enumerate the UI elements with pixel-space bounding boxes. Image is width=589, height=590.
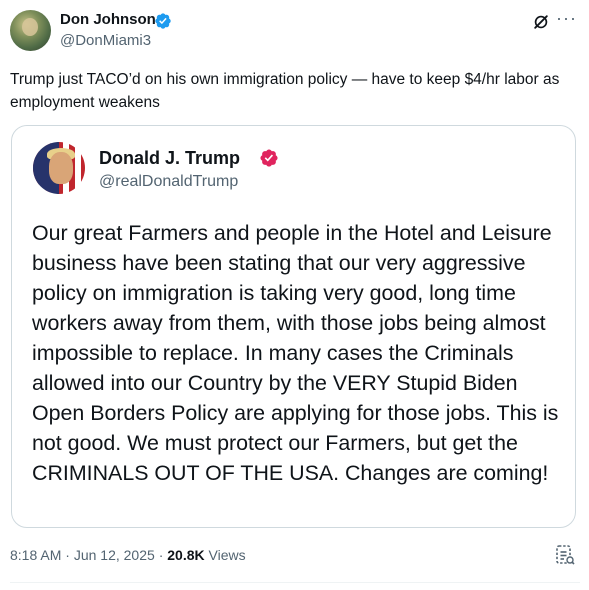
views-label: Views: [208, 547, 246, 563]
meta-separator: ·: [158, 547, 164, 563]
author-name[interactable]: Don Johnson: [60, 11, 156, 28]
tweet: Don Johnson @DonMiami3 ··· Trump just TA…: [0, 0, 589, 590]
quoted-author-avatar[interactable]: [33, 142, 85, 194]
quoted-author-handle[interactable]: @realDonaldTrump: [99, 173, 238, 191]
more-icon[interactable]: ···: [556, 9, 576, 31]
verified-badge-icon[interactable]: [259, 148, 279, 168]
quoted-author-name[interactable]: Donald J. Trump: [99, 148, 240, 169]
grok-icon[interactable]: [531, 12, 551, 32]
post-date[interactable]: Jun 12, 2025: [74, 547, 155, 563]
meta-separator: ·: [65, 547, 70, 563]
post-time[interactable]: 8:18 AM: [10, 547, 61, 563]
quoted-post-text: Our great Farmers and people in the Hote…: [32, 221, 559, 485]
tweet-text: Trump just TACO’d on his own immigration…: [10, 71, 560, 111]
verified-badge-icon[interactable]: [154, 12, 172, 30]
views-count: 20.8K: [167, 547, 205, 563]
author-handle[interactable]: @DonMiami3: [60, 32, 151, 49]
author-avatar[interactable]: [10, 10, 51, 51]
analytics-icon[interactable]: [555, 544, 575, 566]
divider: [10, 582, 580, 583]
post-meta: 8:18 AM · Jun 12, 2025 · 20.8K Views: [10, 547, 246, 563]
quoted-post[interactable]: Donald J. Trump @realDonaldTrump Our gre…: [11, 125, 576, 528]
